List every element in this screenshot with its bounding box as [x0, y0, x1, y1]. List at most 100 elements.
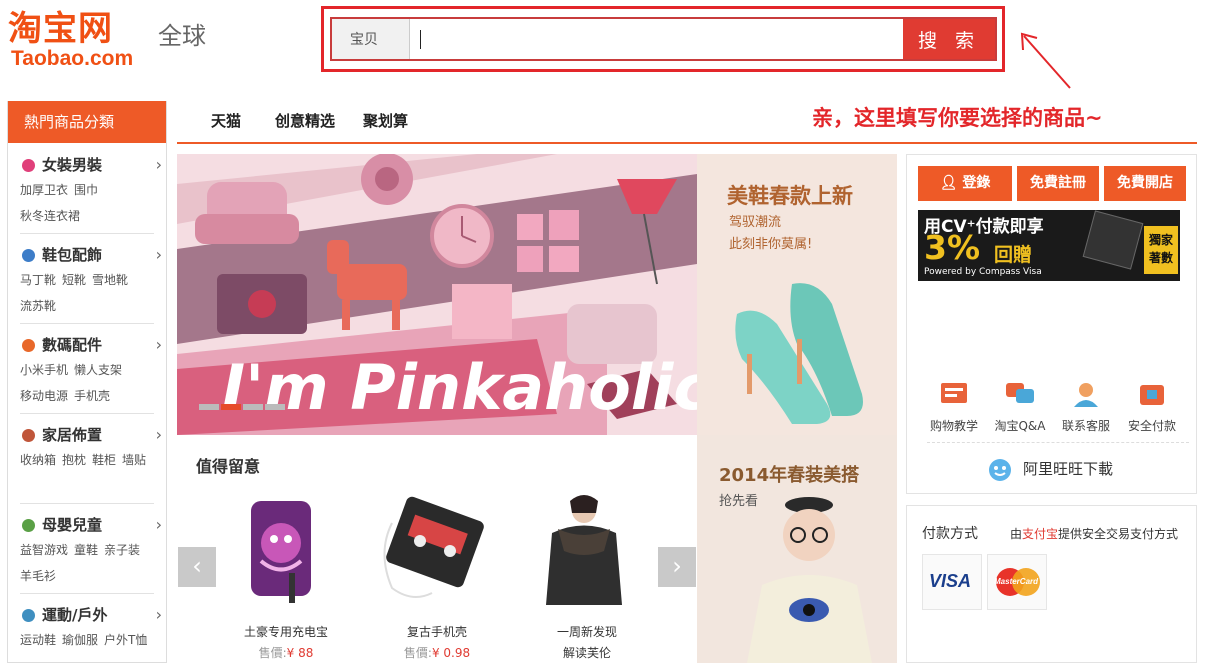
- open-shop-button[interactable]: 免費開店: [1104, 166, 1186, 201]
- payment-desc-post: 提供安全交易支付方式: [1058, 527, 1179, 541]
- divider: [20, 413, 154, 414]
- category-link[interactable]: 手机壳: [74, 389, 110, 403]
- carousel-next-button[interactable]: ›: [658, 547, 696, 587]
- user-icon: 👤︎: [939, 175, 963, 191]
- cv-promo-banner[interactable]: 用CV⁺付款即享 3% 回贈 Powered by Compass Visa 獨…: [918, 210, 1180, 281]
- category-baby[interactable]: 母嬰兒童 › 益智游戏 童鞋 亲子装 羊毛衫: [20, 513, 162, 589]
- category-womens-mens[interactable]: 女裝男裝 › 加厚卫衣 围巾 秋冬连衣裙: [20, 153, 162, 229]
- category-link[interactable]: 墙贴: [122, 453, 146, 467]
- sport-icon: [22, 609, 35, 622]
- chevron-right-icon: ›: [155, 245, 162, 264]
- category-link[interactable]: 户外T恤: [104, 633, 147, 647]
- category-link[interactable]: 秋冬连衣裙: [20, 209, 80, 223]
- category-sports[interactable]: 運動/戶外 › 运动鞋 瑜伽服 户外T恤: [20, 603, 162, 653]
- category-link[interactable]: 围巾: [74, 183, 98, 197]
- category-link[interactable]: 短靴: [62, 273, 86, 287]
- carousel-dot-active[interactable]: [221, 404, 241, 410]
- mastercard-card: MasterCard: [987, 554, 1047, 610]
- carousel-dot[interactable]: [265, 404, 285, 410]
- search-category-tab[interactable]: 宝贝: [332, 19, 410, 59]
- category-header: 熱門商品分類: [8, 101, 166, 143]
- category-link[interactable]: 收纳箱: [20, 453, 56, 467]
- divider: [20, 233, 154, 234]
- login-button[interactable]: 👤︎ 登錄: [918, 166, 1012, 201]
- wangwang-label: 阿里旺旺下載: [1023, 460, 1114, 478]
- service-label: 安全付款: [1127, 419, 1176, 433]
- service-qa[interactable]: 淘宝Q&A: [990, 381, 1050, 434]
- region-label[interactable]: 全球: [158, 20, 206, 52]
- search-bar: 宝贝 搜 索: [330, 17, 997, 61]
- category-link[interactable]: 鞋柜: [92, 453, 116, 467]
- shoe-ad-title: 美鞋春款上新: [727, 184, 853, 208]
- category-home[interactable]: 家居佈置 › 收纳箱 抱枕 鞋柜 墙贴: [20, 423, 162, 473]
- banner-headline: I'm Pinkaholic: [222, 351, 697, 424]
- search-input[interactable]: [414, 23, 902, 55]
- cassette-phone-case-image: [383, 496, 484, 598]
- category-link[interactable]: 羊毛衫: [20, 569, 56, 583]
- visa-logo: VISA: [929, 571, 972, 591]
- category-title: 數碼配件: [42, 336, 103, 354]
- secure-pay-icon: [1140, 385, 1164, 405]
- category-link[interactable]: 移动电源: [20, 389, 68, 403]
- spring-fashion-ad[interactable]: 2014年春装美搭 抢先看: [697, 435, 897, 663]
- chevron-right-icon: ›: [155, 605, 162, 624]
- nav-creative-picks[interactable]: 创意精选: [275, 110, 335, 131]
- payment-methods-panel: 付款方式 由支付宝提供安全交易支付方式 VISA MasterCard: [906, 505, 1197, 663]
- carousel-prev-button[interactable]: ‹: [178, 547, 216, 587]
- category-title: 運動/戶外: [42, 606, 108, 624]
- taobao-logo[interactable]: 淘宝网 Taobao.com: [8, 10, 153, 72]
- chevron-right-icon: ›: [155, 425, 162, 444]
- home-icon: [22, 429, 35, 442]
- category-link[interactable]: 马丁靴: [20, 273, 56, 287]
- product-card[interactable]: 土豪专用充电宝 售價:¥ 88: [221, 493, 351, 663]
- price-label: 售價:: [258, 646, 287, 660]
- tutorial-icon: [941, 383, 967, 403]
- category-digital[interactable]: 數碼配件 › 小米手机 懒人支架 移动电源 手机壳: [20, 333, 162, 409]
- carousel-dot[interactable]: [243, 404, 263, 410]
- category-link[interactable]: 童鞋: [74, 543, 98, 557]
- nav-tmall[interactable]: 天猫: [211, 110, 241, 131]
- category-shoes-bags[interactable]: 鞋包配飾 › 马丁靴 短靴 雪地靴 流苏靴: [20, 243, 162, 319]
- price-value: ¥ 88: [286, 646, 314, 660]
- shoe-ad[interactable]: 美鞋春款上新 驾驭潮流 此刻非你莫属!: [697, 154, 897, 435]
- search-button[interactable]: 搜 索: [903, 19, 995, 59]
- shoe-ad-subtitle: 驾驭潮流 此刻非你莫属!: [729, 212, 812, 256]
- nav-juhuasuan[interactable]: 聚划算: [363, 110, 408, 131]
- divider: [20, 503, 154, 504]
- product-card[interactable]: 一周新发现 解读芙伦: [522, 493, 652, 663]
- promo-badge-line: 著數: [1148, 251, 1173, 265]
- category-link[interactable]: 亲子装: [104, 543, 140, 557]
- category-link[interactable]: 小米手机: [20, 363, 68, 377]
- price-label: 售價:: [403, 646, 432, 660]
- service-secure-pay[interactable]: 安全付款: [1122, 381, 1182, 434]
- taobao-homepage: 淘宝网 Taobao.com 全球 宝贝 搜 索 亲，这里填写你要选择的商品~ …: [0, 0, 1207, 663]
- service-label: 购物教学: [929, 419, 978, 433]
- category-title: 女裝男裝: [42, 156, 103, 174]
- alipay-link[interactable]: 支付宝: [1022, 527, 1058, 541]
- category-link[interactable]: 加厚卫衣: [20, 183, 68, 197]
- carousel-dot[interactable]: [199, 404, 219, 410]
- category-link[interactable]: 瑜伽服: [62, 633, 98, 647]
- category-link[interactable]: 运动鞋: [20, 633, 56, 647]
- category-link[interactable]: 流苏靴: [20, 299, 56, 313]
- register-button[interactable]: 免費註冊: [1017, 166, 1099, 201]
- promo-powered: Powered by Compass Visa: [924, 267, 1042, 277]
- logo-chinese: 淘宝网: [8, 9, 113, 49]
- service-tutorial[interactable]: 购物教学: [924, 381, 984, 434]
- category-link[interactable]: 益智游戏: [20, 543, 68, 557]
- main-banner[interactable]: I'm Pinkaholic: [177, 154, 697, 435]
- category-link[interactable]: 懒人支架: [74, 363, 122, 377]
- payment-desc-pre: 由: [1010, 527, 1023, 541]
- product-price: 售價:¥ 0.98: [372, 644, 502, 661]
- price-value: ¥ 0.98: [431, 646, 471, 660]
- logo-english: Taobao.com: [11, 47, 134, 70]
- category-link[interactable]: 雪地靴: [92, 273, 128, 287]
- category-link[interactable]: 抱枕: [62, 453, 86, 467]
- mastercard-label: MasterCard: [994, 577, 1039, 586]
- divider: [927, 442, 1189, 443]
- product-name: 复古手机壳: [406, 625, 467, 639]
- product-card[interactable]: 复古手机壳 售價:¥ 0.98: [372, 493, 502, 663]
- service-support[interactable]: 联系客服: [1056, 381, 1116, 434]
- promo-line2: 回贈: [994, 244, 1033, 266]
- chevron-right-icon: ›: [155, 515, 162, 534]
